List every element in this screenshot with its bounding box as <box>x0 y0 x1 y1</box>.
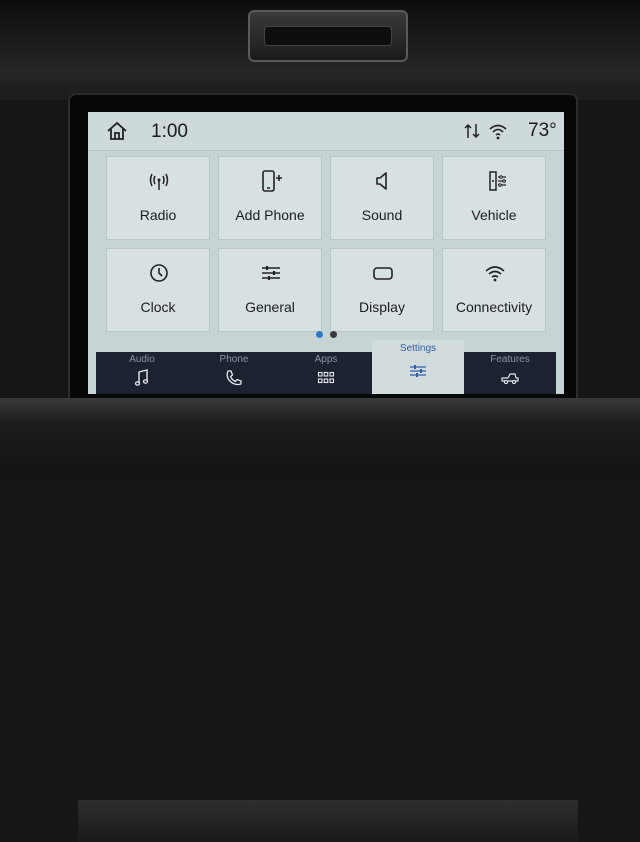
tile-clock[interactable]: Clock <box>106 248 210 332</box>
tile-label: Vehicle <box>471 207 517 223</box>
clock-icon <box>150 264 168 282</box>
dashboard-top <box>0 0 640 100</box>
truck-icon <box>501 373 519 385</box>
sliders-icon <box>262 266 280 280</box>
add-phone-icon <box>262 170 282 192</box>
tile-label: Add Phone <box>235 207 305 223</box>
tile-label: Radio <box>139 207 177 223</box>
speaker-icon <box>376 172 387 190</box>
nav-label: Apps <box>314 354 338 365</box>
nav-label: Settings <box>399 343 437 354</box>
tile-connectivity[interactable]: Connectivity <box>442 248 546 332</box>
home-icon[interactable] <box>106 121 128 141</box>
nav-features[interactable]: Features <box>464 352 556 394</box>
wifi-icon <box>485 266 505 282</box>
tile-sound[interactable]: Sound <box>330 156 434 240</box>
nav-label: Features <box>490 354 530 365</box>
tile-add-phone[interactable]: Add Phone <box>218 156 322 240</box>
tile-label: General <box>245 299 295 315</box>
tile-display[interactable]: Display <box>330 248 434 332</box>
tile-radio[interactable]: Radio <box>106 156 210 240</box>
nav-settings[interactable]: Settings <box>372 340 464 394</box>
vent-handle <box>248 10 408 62</box>
tile-label: Connectivity <box>455 299 533 315</box>
tile-vehicle[interactable]: Vehicle <box>442 156 546 240</box>
status-bar: 1:00 73° <box>88 112 564 151</box>
settings-sliders-icon <box>410 365 426 377</box>
nav-label: Audio <box>129 354 155 365</box>
music-note-icon <box>134 369 149 386</box>
infotainment-screen: 1:00 73° Radio Add Phone Sound Vehicle C… <box>88 112 564 394</box>
tile-general[interactable]: General <box>218 248 322 332</box>
tile-label: Display <box>359 299 405 315</box>
page-dot-active[interactable] <box>316 331 323 338</box>
tile-label: Clock <box>140 299 176 315</box>
dashboard-bottom <box>0 398 640 842</box>
tile-label: Sound <box>361 207 403 223</box>
wifi-status-icon <box>489 124 507 140</box>
nav-label: Phone <box>219 354 249 365</box>
phone-icon <box>226 370 242 386</box>
radio-antenna-icon <box>149 173 169 190</box>
nav-apps[interactable]: Apps <box>280 352 372 394</box>
status-time: 1:00 <box>151 121 188 142</box>
page-dot[interactable] <box>330 331 337 338</box>
vehicle-settings-icon <box>489 171 506 191</box>
dashboard-lip <box>78 800 578 842</box>
nav-audio[interactable]: Audio <box>96 352 188 394</box>
display-icon <box>373 267 393 280</box>
apps-grid-icon <box>317 371 335 384</box>
signal-arrows-icon <box>464 123 480 139</box>
outside-temperature: 73° <box>528 120 557 141</box>
nav-phone[interactable]: Phone <box>188 352 280 394</box>
bottom-nav-bar: Audio Phone Apps Settings Features <box>96 340 556 394</box>
